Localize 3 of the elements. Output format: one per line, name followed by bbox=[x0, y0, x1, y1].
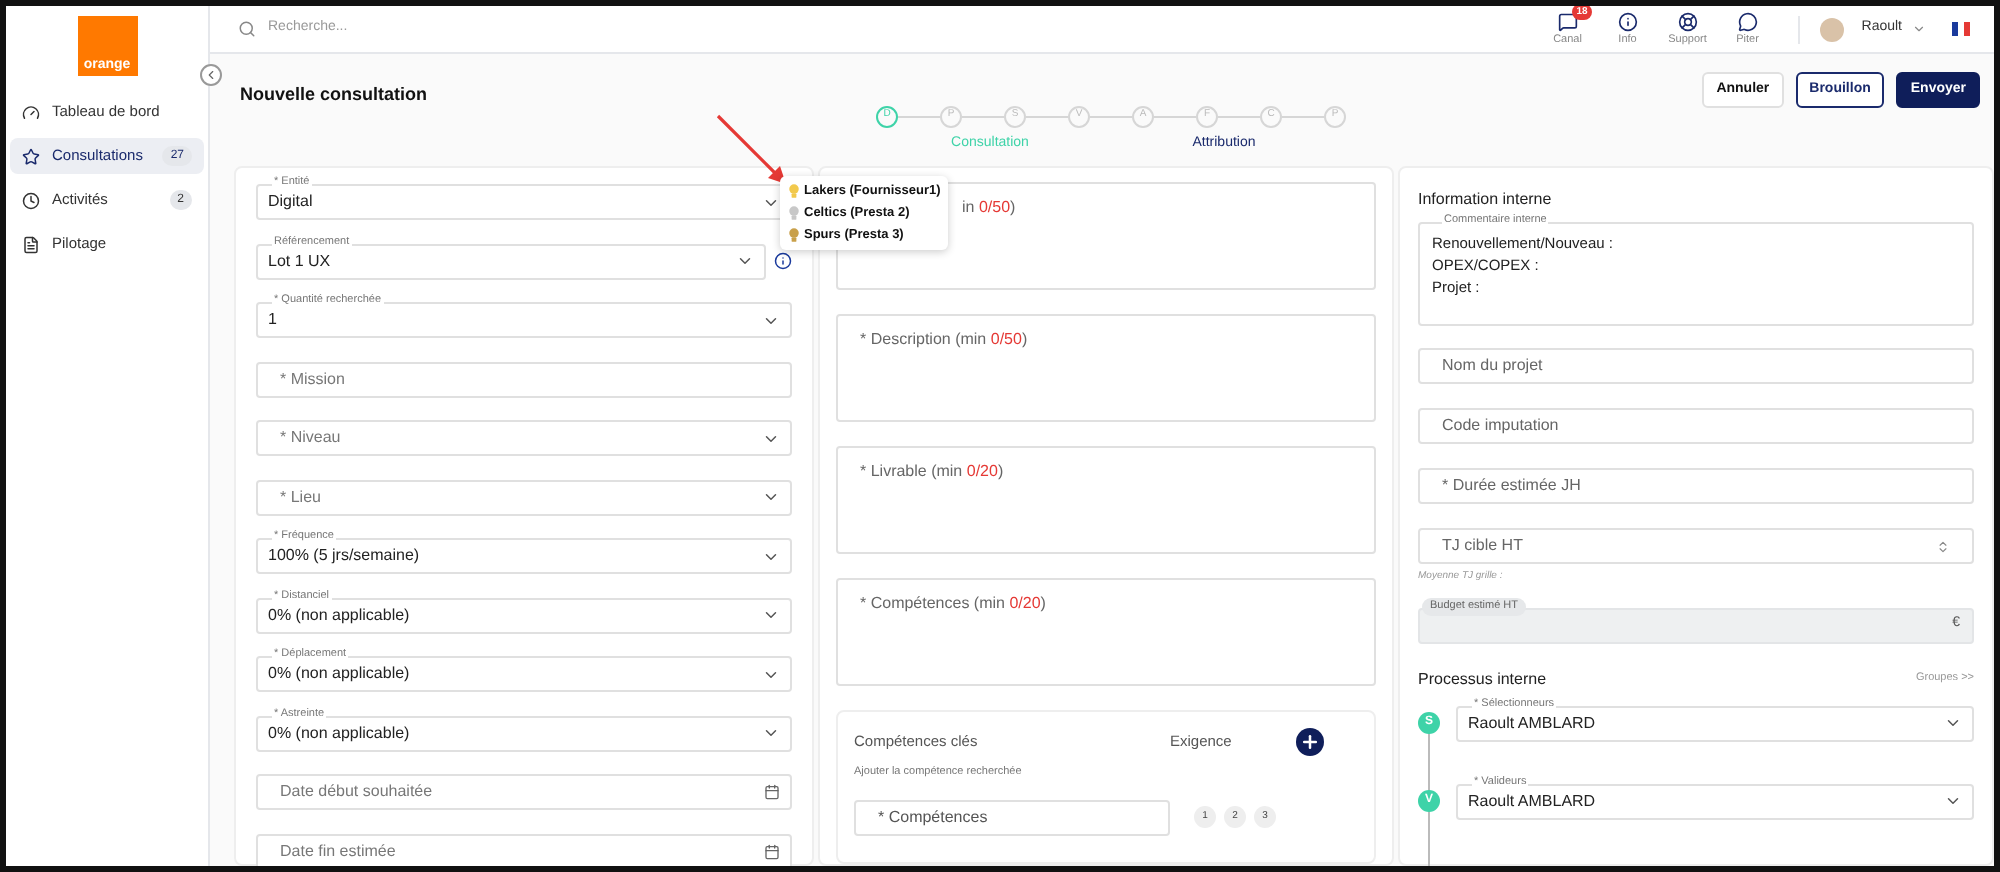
page-title: Nouvelle consultation bbox=[240, 82, 428, 108]
section-title: Processus interne bbox=[1418, 667, 1547, 691]
section-title: Information interne bbox=[1418, 188, 1554, 212]
